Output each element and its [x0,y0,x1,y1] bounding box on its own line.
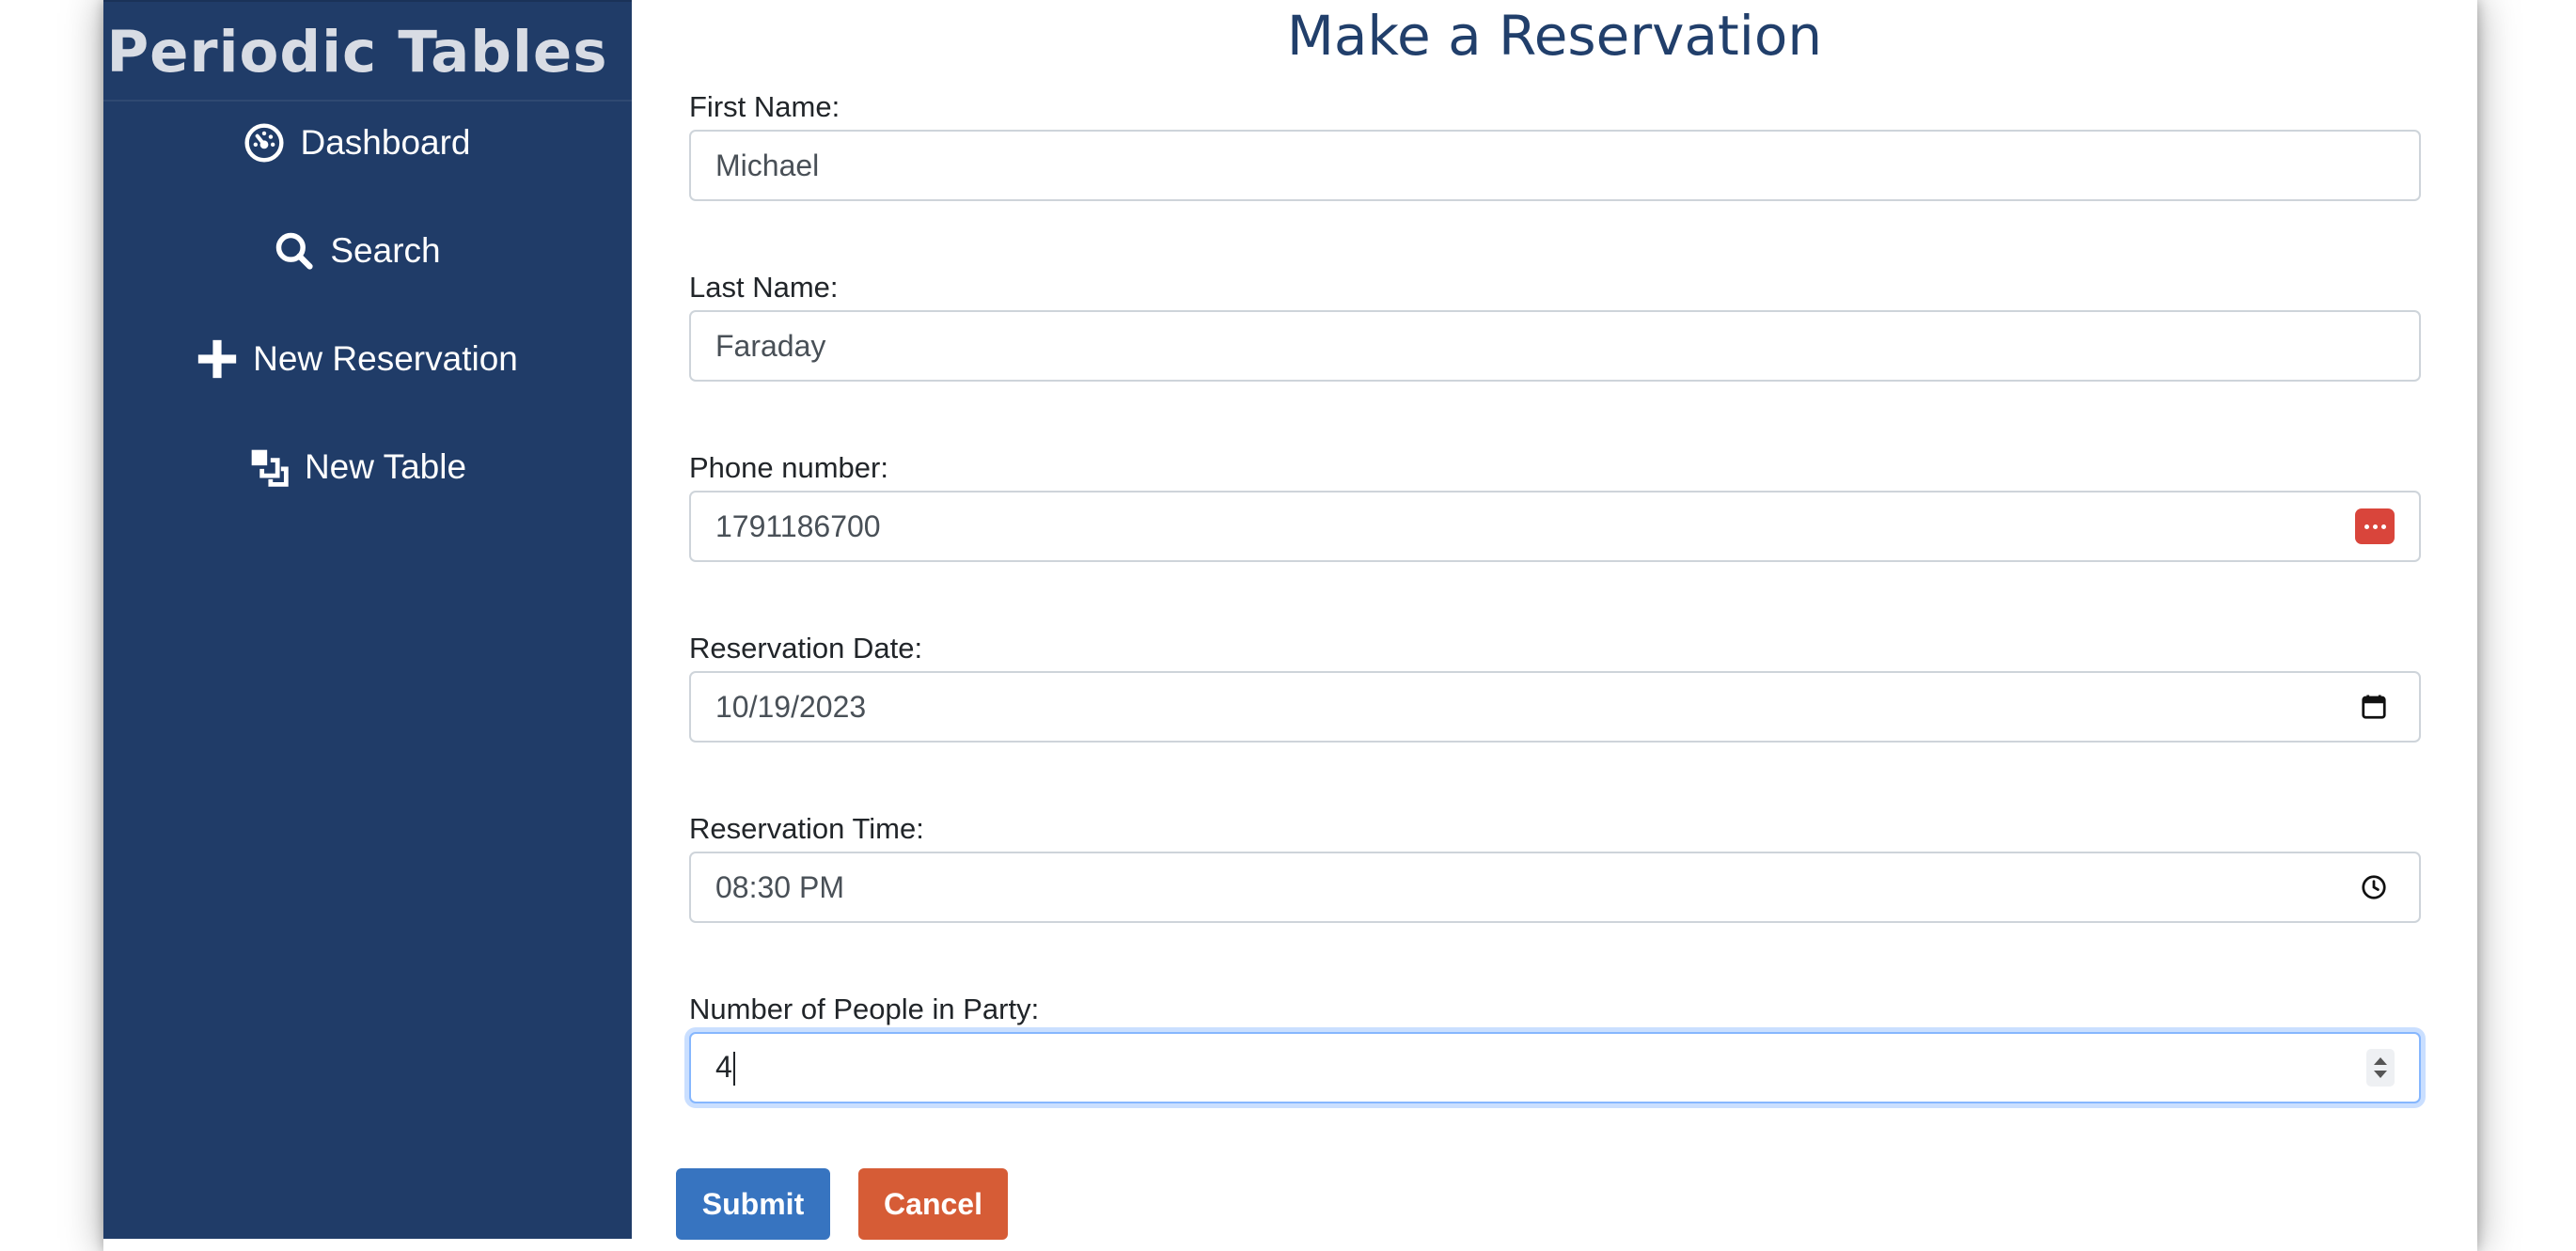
sidebar-item-new-table[interactable]: New Table [103,434,611,500]
phone-input[interactable]: 1791186700 [689,491,2421,562]
reservation-time-value: 08:30 PM [715,869,844,904]
number-stepper[interactable] [2366,1049,2395,1087]
reservation-date-value: 10/19/2023 [715,689,867,724]
last-name-label: Last Name: [689,271,839,304]
layers-icon [248,446,290,488]
sidebar-item-search[interactable]: Search [103,218,611,284]
last-name-value: Faraday [715,328,826,363]
password-manager-icon[interactable] [2355,508,2395,544]
phone-label: Phone number: [689,451,888,484]
reservation-date-label: Reservation Date: [689,632,923,665]
first-name-input[interactable]: Michael [689,130,2421,201]
reservation-date-input[interactable]: 10/19/2023 [689,671,2421,743]
brand-divider [103,100,632,102]
first-name-value: Michael [715,148,820,182]
party-size-input[interactable]: 4 [689,1032,2421,1103]
sidebar-item-label: Search [330,231,441,270]
sidebar-item-label: New Table [304,447,467,486]
plus-icon [196,338,238,380]
reservation-time-label: Reservation Time: [689,812,924,845]
dashboard-icon [243,122,285,164]
phone-value: 1791186700 [715,508,881,543]
stepper-up-icon[interactable] [2374,1057,2387,1065]
text-caret [732,1052,735,1087]
brand-title: Periodic Tables [106,19,608,86]
sidebar-item-label: Dashboard [300,123,471,162]
page-title: Make a Reservation [1286,4,1823,68]
party-size-label: Number of People in Party: [689,993,1040,1025]
first-name-label: First Name: [689,90,840,123]
sidebar-item-new-reservation[interactable]: New Reservation [103,326,611,392]
clock-icon[interactable] [2353,867,2395,908]
submit-button[interactable]: Submit [676,1168,830,1240]
search-icon [274,230,315,272]
sidebar-item-label: New Reservation [253,339,518,378]
sidebar-item-dashboard[interactable]: Dashboard [103,110,611,176]
last-name-input[interactable]: Faraday [689,310,2421,382]
calendar-icon[interactable] [2353,686,2395,727]
sidebar: Periodic Tables Dashboard Search New Res… [103,0,632,1239]
reservation-time-input[interactable]: 08:30 PM [689,852,2421,923]
party-size-value: 4 [715,1049,732,1084]
stepper-down-icon[interactable] [2374,1071,2387,1078]
cancel-button[interactable]: Cancel [858,1168,1008,1240]
reservation-form: Make a Reservation First Name: Michael L… [632,0,2477,1251]
browser-window: Periodic Tables Dashboard Search New Res… [103,0,2477,1251]
